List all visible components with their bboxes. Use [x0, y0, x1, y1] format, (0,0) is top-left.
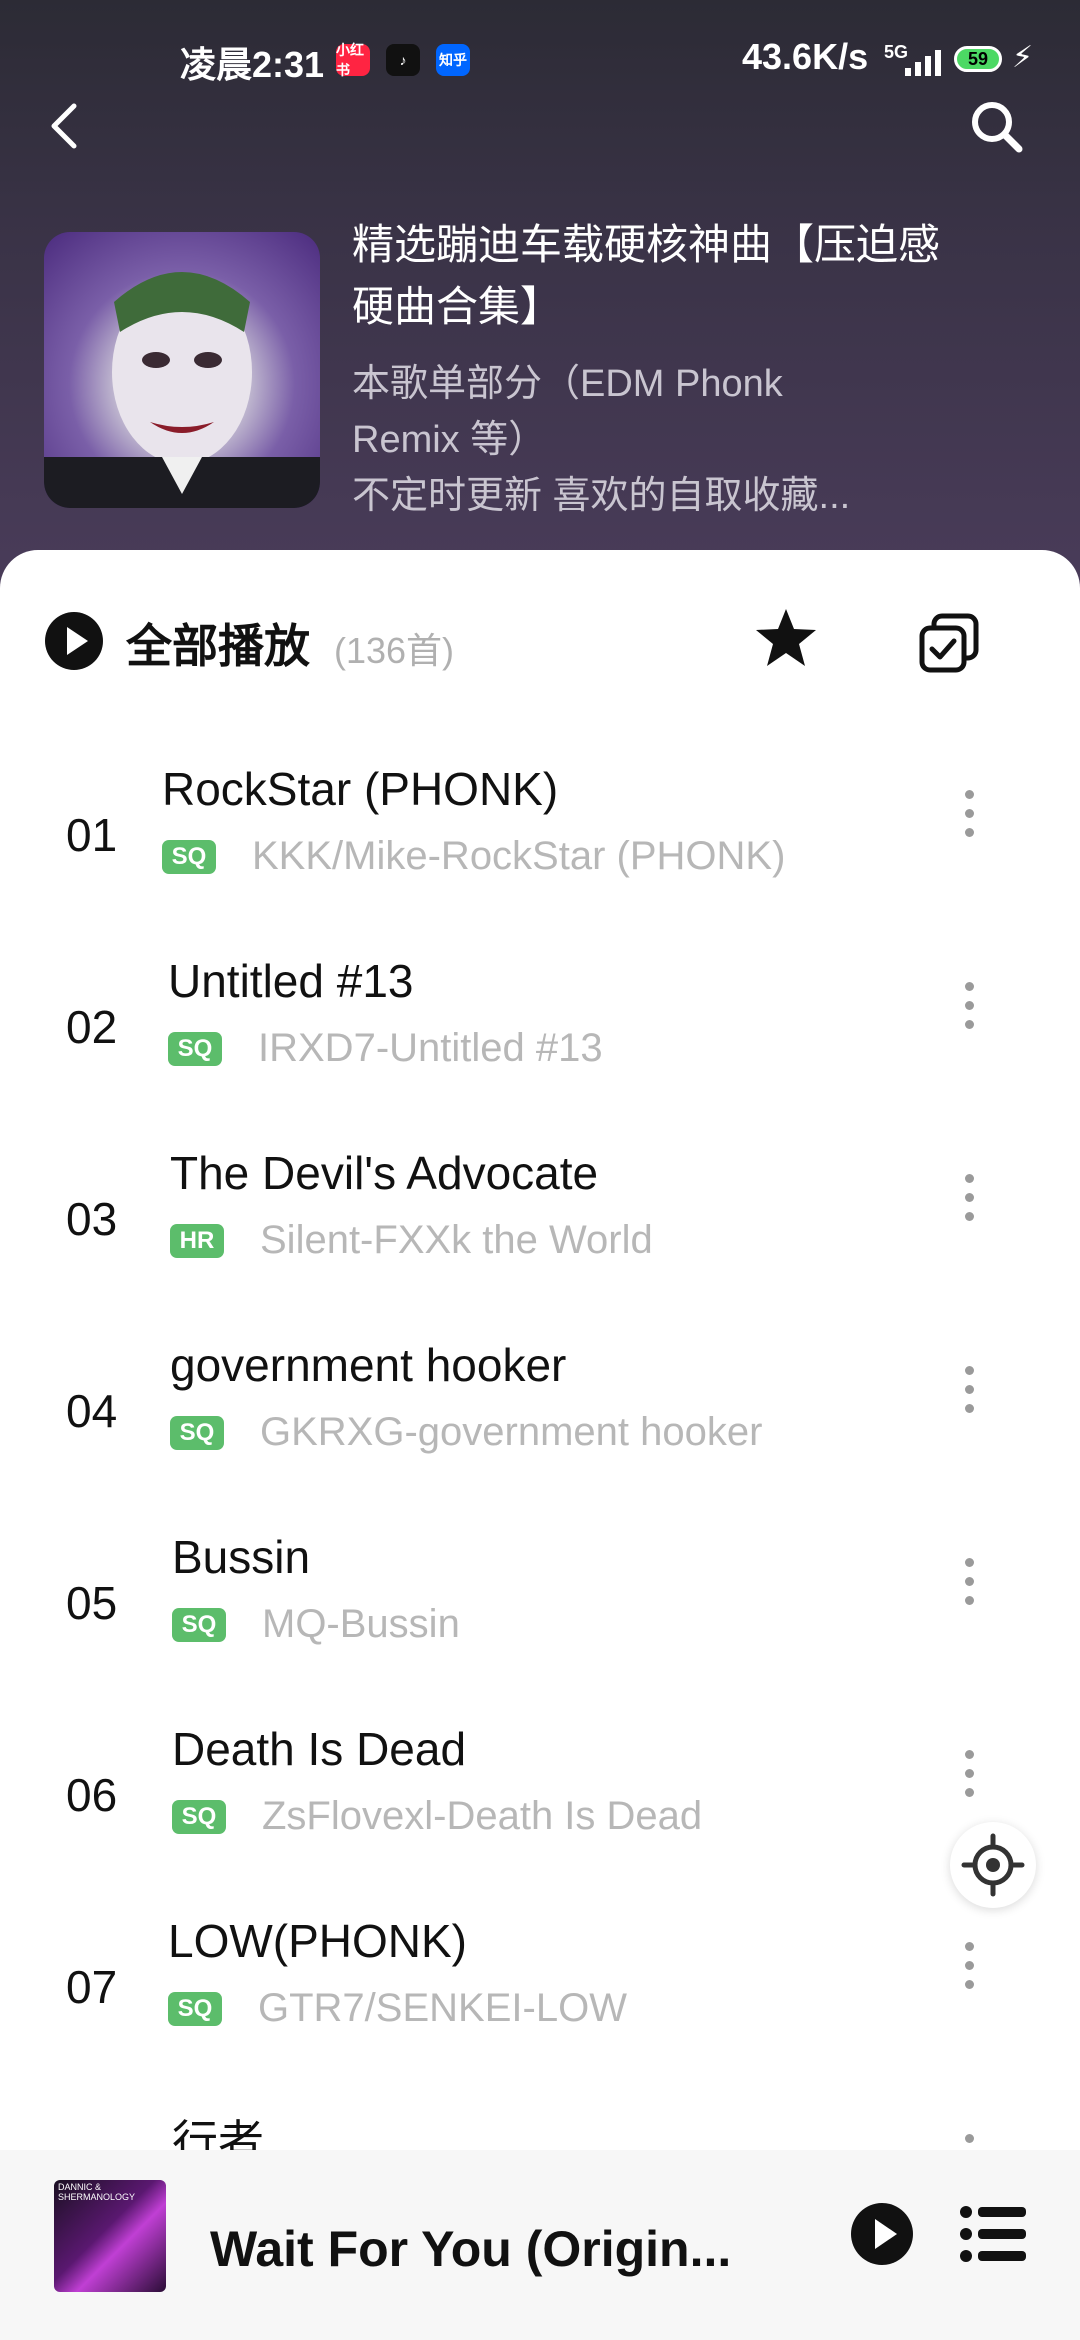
song-title: LOW(PHONK)	[168, 1915, 467, 1967]
track-number: 04	[66, 1385, 118, 1437]
back-icon[interactable]	[36, 96, 96, 156]
more-options-icon[interactable]	[954, 1360, 984, 1430]
song-artist: IRXD7-Untitled #13	[258, 1026, 603, 1070]
track-number: 07	[66, 1961, 118, 2013]
track-number: 01	[66, 809, 118, 861]
song-title: Death Is Dead	[172, 1723, 467, 1775]
search-icon[interactable]	[962, 92, 1032, 162]
song-title: Untitled #13	[168, 955, 414, 1007]
song-title: Bussin	[172, 1531, 311, 1583]
song-row[interactable]: 07 LOW(PHONK) SQ GTR7/SENKEI-LOW	[0, 1896, 1080, 2088]
more-options-icon[interactable]	[954, 1936, 984, 2006]
song-count: (136首)	[334, 630, 455, 671]
locate-current-song-icon[interactable]	[950, 1822, 1036, 1908]
song-artist: GTR7/SENKEI-LOW	[258, 1986, 627, 2030]
song-artist: MQ-Bussin	[262, 1602, 460, 1646]
star-icon[interactable]	[754, 606, 818, 670]
multi-select-icon[interactable]	[918, 612, 980, 674]
mini-player[interactable]: DANNIC & SHERMANOLOGY Wait For You (Orig…	[0, 2150, 1080, 2340]
zhihu-app-icon: 知乎	[436, 44, 470, 76]
song-row[interactable]: 06 Death Is Dead SQ ZsFlovexl-Death Is D…	[0, 1704, 1080, 1896]
quality-badge: SQ	[170, 1416, 224, 1450]
play-icon[interactable]	[850, 2202, 914, 2266]
playlist-description[interactable]: 本歌单部分（EDM Phonk Remix 等） 不定时更新 喜欢的自取收藏..…	[352, 356, 912, 524]
quality-badge: SQ	[168, 1032, 222, 1066]
song-row[interactable]: 02 Untitled #13 SQ IRXD7-Untitled #13	[0, 936, 1080, 1128]
status-bar: 凌晨2:31 小红书 ♪ 知乎 43.6K/s 5G 59 ⚡	[0, 36, 1080, 86]
xiaohongshu-app-icon: 小红书	[336, 42, 370, 78]
artwork-caption: DANNIC & SHERMANOLOGY	[58, 2182, 136, 2202]
song-artist: Silent-FXXk the World	[260, 1218, 653, 1262]
charging-icon: ⚡	[1012, 41, 1034, 74]
track-number: 02	[66, 1001, 118, 1053]
playlist-title: 精选蹦迪车载硬核神曲【压迫感硬曲合集】	[352, 221, 941, 330]
track-number: 06	[66, 1769, 118, 1821]
cover-artwork	[44, 272, 320, 508]
song-artist: GKRXG-government hooker	[260, 1410, 763, 1454]
now-playing-artwork[interactable]: DANNIC & SHERMANOLOGY	[54, 2180, 166, 2292]
song-artist: KKK/Mike-RockStar (PHONK)	[252, 834, 786, 878]
battery-icon: 59	[954, 46, 1002, 72]
status-time: 凌晨2:31	[180, 44, 325, 85]
quality-badge: HR	[170, 1224, 224, 1258]
song-row[interactable]: 04 government hooker SQ GKRXG-government…	[0, 1320, 1080, 1512]
douyin-app-icon: ♪	[386, 44, 420, 76]
quality-badge: SQ	[168, 1992, 222, 2026]
song-artist: ZsFlovexl-Death Is Dead	[262, 1794, 703, 1838]
now-playing-title[interactable]: Wait For You (Origin...	[210, 2220, 731, 2278]
playlist-queue-icon[interactable]	[958, 2204, 1028, 2264]
song-row[interactable]: 05 Bussin SQ MQ-Bussin	[0, 1512, 1080, 1704]
song-row[interactable]: 01 RockStar (PHONK) SQ KKK/Mike-RockStar…	[0, 744, 1080, 936]
more-options-icon[interactable]	[954, 1552, 984, 1622]
song-title: The Devil's Advocate	[170, 1147, 599, 1199]
playlist-cover[interactable]	[44, 232, 320, 508]
song-title: RockStar (PHONK)	[162, 763, 559, 815]
quality-badge: SQ	[162, 840, 216, 874]
network-speed: 43.6K/s	[742, 36, 869, 77]
more-options-icon[interactable]	[954, 1168, 984, 1238]
more-options-icon[interactable]	[954, 976, 984, 1046]
play-all-button[interactable]: 全部播放	[126, 610, 310, 676]
play-all-icon[interactable]	[44, 611, 104, 671]
quality-badge: SQ	[172, 1800, 226, 1834]
more-options-icon[interactable]	[954, 784, 984, 854]
playlist-header: 凌晨2:31 小红书 ♪ 知乎 43.6K/s 5G 59 ⚡ 精选蹦迪车载硬核…	[0, 0, 1080, 600]
song-title: government hooker	[170, 1339, 567, 1391]
song-row[interactable]: 03 The Devil's Advocate HR Silent-FXXk t…	[0, 1128, 1080, 1320]
track-number: 03	[66, 1193, 118, 1245]
track-number: 05	[66, 1577, 118, 1629]
more-options-icon[interactable]	[954, 1744, 984, 1814]
signal-icon	[905, 46, 941, 76]
quality-badge: SQ	[172, 1608, 226, 1642]
